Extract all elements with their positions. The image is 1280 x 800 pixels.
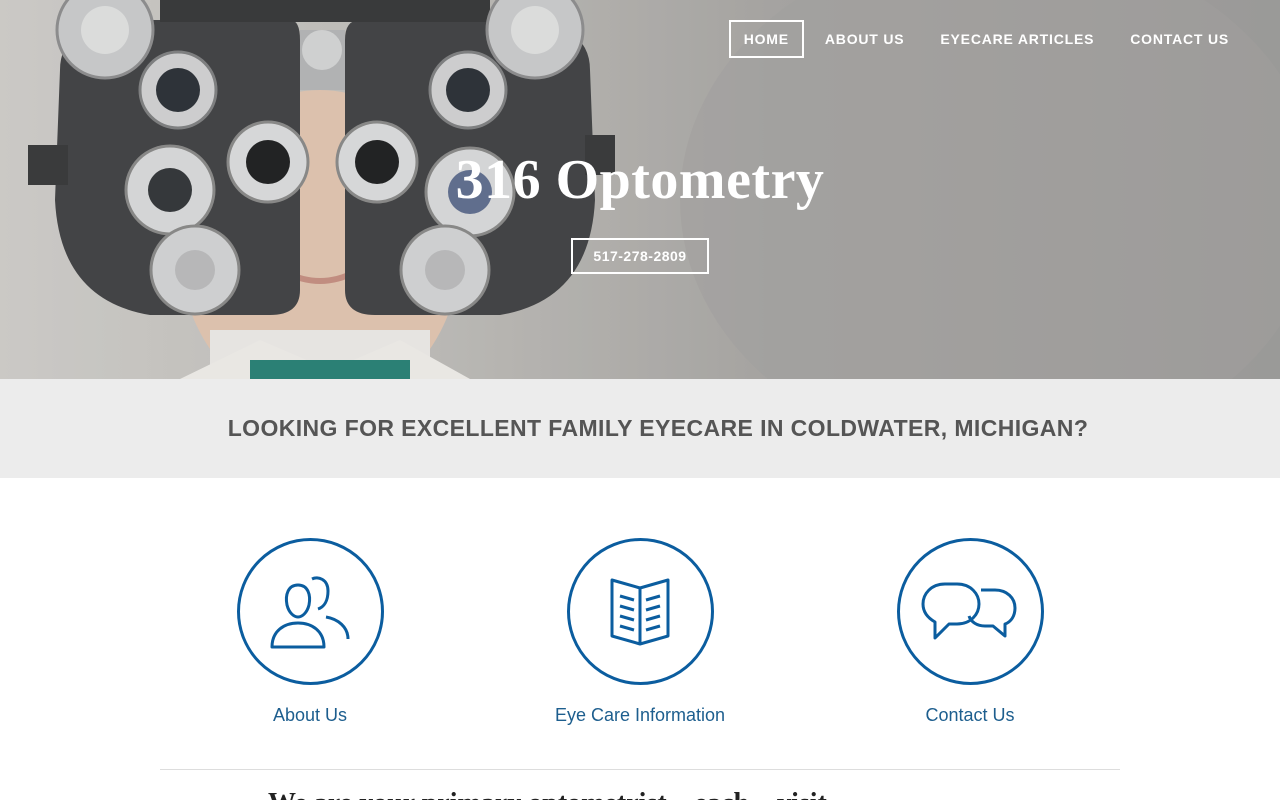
site-title-text: 316 Optometry	[455, 149, 825, 211]
feature-contact-us[interactable]: Contact Us	[840, 538, 1100, 726]
nav-item-eyecare-articles[interactable]: EYECARE ARTICLES	[925, 20, 1109, 58]
feature-about-us-circle	[236, 538, 384, 685]
feature-eye-care-label: Eye Care Information	[554, 705, 726, 725]
site-title: 316 Optometry	[0, 148, 1280, 212]
hero-section: HOME ABOUT US EYECARE ARTICLES CONTACT U…	[0, 0, 1280, 379]
nav-item-home[interactable]: HOME	[728, 20, 804, 58]
nav-item-contact-us[interactable]: CONTACT US	[1115, 20, 1244, 58]
intro-heading-partial: We are your primary optometrist... each.…	[268, 788, 827, 800]
book-icon	[610, 578, 670, 645]
main-nav: HOME ABOUT US EYECARE ARTICLES CONTACT U…	[728, 20, 1244, 58]
tagline-heading: LOOKING FOR EXCELLENT FAMILY EYECARE IN …	[227, 415, 1089, 441]
people-icon	[270, 575, 350, 648]
feature-about-us-label: About Us	[272, 705, 348, 725]
phone-button[interactable]: 517-278-2809	[571, 238, 709, 274]
feature-contact-us-circle	[896, 538, 1044, 685]
tagline-banner: LOOKING FOR EXCELLENT FAMILY EYECARE IN …	[0, 379, 1280, 478]
nav-item-about-us[interactable]: ABOUT US	[810, 20, 920, 58]
feature-contact-us-label: Contact Us	[925, 705, 1015, 725]
feature-about-us[interactable]: About Us	[180, 538, 440, 726]
feature-eye-care-information[interactable]: Eye Care Information	[510, 538, 770, 726]
section-divider	[160, 769, 1120, 770]
feature-eye-care-circle	[566, 538, 714, 685]
chat-bubbles-icon	[921, 582, 1017, 639]
